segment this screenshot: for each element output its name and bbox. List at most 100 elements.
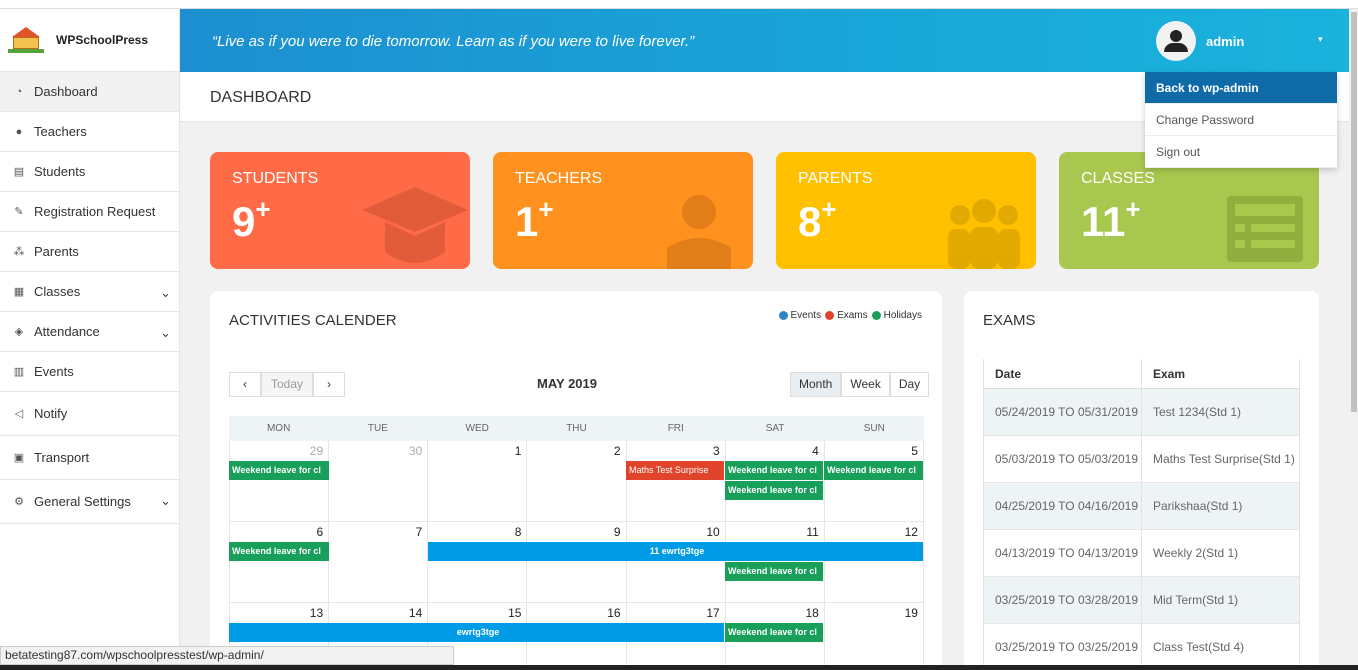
calendar-day[interactable]: 12	[823, 522, 924, 602]
exam-name: Weekly 2(Std 1)	[1153, 546, 1239, 560]
sidebar-item-label: Registration Request	[34, 204, 156, 219]
calendar-day[interactable]: 3	[625, 441, 725, 521]
calendar-day[interactable]: 2	[526, 441, 625, 521]
menu-item-sign-out[interactable]: Sign out	[1145, 136, 1337, 168]
sidebar-item-parents[interactable]: ⁂ Parents	[0, 232, 179, 272]
column-header-date: Date	[984, 359, 1142, 388]
sidebar-item-attendance[interactable]: ◈ Attendance ⌄	[0, 312, 179, 352]
calendar-event-holiday[interactable]: Weekend leave for cl	[725, 461, 823, 480]
user-menu: Back to wp-admin Change Password Sign ou…	[1145, 72, 1337, 168]
table-row: 03/25/2019 TO 03/25/2019 Class Test(Std 4…	[984, 623, 1299, 670]
bus-icon: ▣	[13, 452, 25, 464]
weekday-label: THU	[566, 423, 587, 434]
sidebar-item-events[interactable]: ▥ Events	[0, 352, 179, 392]
legend-dot-events	[778, 311, 788, 320]
exam-date: 03/25/2019 TO 03/25/2019	[984, 623, 1142, 670]
menu-item-change-password[interactable]: Change Password	[1145, 104, 1337, 136]
sidebar-item-classes[interactable]: ▦ Classes ⌄	[0, 272, 179, 312]
chevron-down-icon[interactable]: ⌄	[160, 325, 171, 341]
edit-icon: ✎	[14, 206, 24, 218]
weekday-label: SUN	[863, 423, 885, 434]
exam-date: 05/24/2019 TO 05/31/2019	[984, 388, 1142, 436]
sidebar-item-dashboard[interactable]: ◔ Dashboard	[0, 72, 179, 112]
table-row: 05/03/2019 TO 05/03/2019 Maths Test Surpr…	[984, 435, 1299, 483]
sidebar-item-label: Transport	[34, 450, 90, 465]
stat-card-parents[interactable]: PARENTS 8+	[776, 152, 1036, 269]
activities-calendar-panel: ACTIVITIES CALENDER Events Exams Holiday…	[210, 291, 942, 670]
stat-card-teachers[interactable]: TEACHERS 1+	[493, 152, 753, 269]
sidebar-item-notify[interactable]: ◁ Notify	[0, 392, 179, 436]
calendar-day[interactable]: 9	[526, 522, 625, 602]
browser-top-strip	[0, 0, 1358, 9]
legend-label: Holidays	[883, 310, 922, 321]
attendance-icon: ◈	[14, 326, 24, 338]
sidebar-item-transport[interactable]: ▣ Transport	[0, 436, 179, 480]
calendar-day[interactable]: 29	[229, 441, 328, 521]
exam-name: Parikshaa(Std 1)	[1153, 499, 1243, 513]
avatar[interactable]	[1156, 21, 1196, 61]
chevron-right-icon[interactable]: ›	[313, 372, 345, 397]
calendar-event-holiday[interactable]: Weekend leave for cl	[725, 623, 823, 642]
calendar-event-holiday[interactable]: Weekend leave for cl	[725, 562, 823, 581]
calendar-view-switch: Month Week Day	[790, 372, 930, 397]
weekday-label: WED	[465, 423, 489, 434]
sidebar-item-label: Events	[34, 364, 74, 379]
today-button[interactable]: Today	[261, 372, 313, 397]
sidebar-item-registration-request[interactable]: ✎ Registration Request	[0, 192, 179, 232]
exam-name: Mid Term(Std 1)	[1153, 593, 1239, 607]
scrollbar-thumb[interactable]	[1351, 12, 1357, 412]
calendar-event-holiday[interactable]: Weekend leave for cl	[725, 481, 823, 500]
calendar-day[interactable]: 19	[823, 603, 924, 670]
exams-table: Date Exam 05/24/2019 TO 05/31/2019 Test 1…	[983, 359, 1300, 670]
sidebar-item-label: Dashboard	[34, 84, 98, 99]
stat-label: STUDENTS	[232, 170, 319, 187]
calendar-day[interactable]: 7	[328, 522, 427, 602]
view-week-button[interactable]: Week	[841, 372, 890, 397]
sidebar-item-general-settings[interactable]: ⚙ General Settings ⌄	[0, 480, 179, 524]
stat-label: TEACHERS	[515, 170, 603, 187]
exam-date: 04/13/2019 TO 04/13/2019	[984, 529, 1142, 577]
sidebar-item-label: Classes	[34, 284, 81, 299]
caret-down-icon[interactable]: ▾	[1318, 34, 1323, 45]
calendar-day[interactable]: 8	[427, 522, 526, 602]
calendar-event-holiday[interactable]: Weekend leave for cl	[229, 461, 329, 480]
menu-item-back-to-wp-admin[interactable]: Back to wp-admin	[1145, 72, 1337, 104]
table-row: 03/25/2019 TO 03/28/2019 Mid Term(Std 1)	[984, 576, 1299, 624]
calendar-event-holiday[interactable]: Weekend leave for cl	[229, 542, 329, 561]
calendar-month-label: MAY 2019	[537, 376, 597, 391]
view-day-button[interactable]: Day	[889, 372, 930, 397]
sidebar-item-label: Teachers	[34, 124, 87, 139]
stat-card-classes[interactable]: CLASSES 11+	[1059, 152, 1319, 269]
brand-name: WPSchoolPress	[56, 33, 149, 47]
exam-date: 03/25/2019 TO 03/28/2019	[984, 576, 1142, 624]
stat-value: 9+	[232, 194, 271, 245]
username[interactable]: admin	[1206, 34, 1244, 49]
table-row: 05/24/2019 TO 05/31/2019 Test 1234(Std 1)	[984, 388, 1299, 436]
teacher-icon: ●	[15, 125, 23, 138]
stat-value: 8+	[798, 194, 837, 245]
chevron-left-icon[interactable]: ‹	[229, 372, 261, 397]
calendar-day[interactable]: 6	[229, 522, 328, 602]
brand-logo[interactable]: WPSchoolPress	[0, 9, 179, 72]
calendar-event-holiday[interactable]: Weekend leave for cl	[824, 461, 923, 480]
calendar-event[interactable]: 11 ewrtg3tge	[428, 542, 923, 561]
calendar-event-exam[interactable]: Maths Test Surprise	[626, 461, 724, 480]
calendar-day[interactable]: 30	[328, 441, 427, 521]
calendar-week: 29 30 1 2 3 4 5 Weekend leave for cl Mat…	[229, 441, 924, 522]
calendar-day[interactable]: 1	[427, 441, 526, 521]
sidebar-item-teachers[interactable]: ● Teachers	[0, 112, 179, 152]
stat-card-students[interactable]: STUDENTS 9+	[210, 152, 470, 269]
chevron-down-icon[interactable]: ⌄	[160, 493, 171, 509]
view-month-button[interactable]: Month	[790, 372, 842, 397]
calendar-day[interactable]: 5	[823, 441, 924, 521]
chevron-down-icon[interactable]: ⌄	[160, 285, 171, 301]
sidebar-item-label: Notify	[34, 406, 68, 421]
calendar-day[interactable]: 10	[625, 522, 725, 602]
calendar-event[interactable]: ewrtg3tge	[229, 623, 724, 642]
sidebar-item-students[interactable]: ▤ Students	[0, 152, 179, 192]
weekday-label: SAT	[765, 423, 785, 434]
student-icon: ▤	[13, 166, 25, 178]
weekday-label: TUE	[367, 423, 388, 434]
sidebar-item-label: General Settings	[34, 494, 131, 509]
calendar-weekday-header: MON TUE WED THU FRI SAT SUN	[229, 416, 924, 441]
